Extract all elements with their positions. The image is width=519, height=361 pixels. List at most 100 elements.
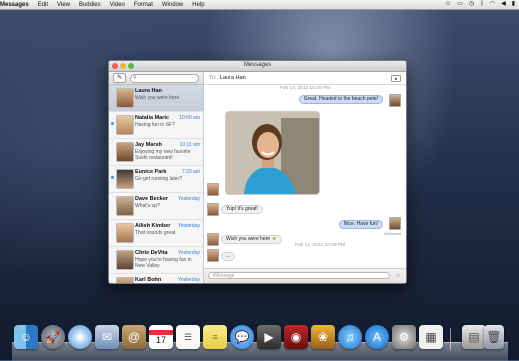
itunes-icon[interactable]: ♫ <box>338 325 362 349</box>
menu-video[interactable]: Video <box>110 2 125 8</box>
to-label: To: <box>209 75 217 81</box>
conversation-snippet: That sounds great. <box>135 230 177 236</box>
recipient-name[interactable]: Laura Han <box>220 72 246 84</box>
battery-icon[interactable]: ▮ <box>512 0 515 9</box>
conversation-name: Eunice Park <box>135 169 167 175</box>
iphoto-icon[interactable]: ❀ <box>311 325 335 349</box>
contacts-icon[interactable]: @ <box>122 325 146 349</box>
reminders-icon[interactable]: ☰ <box>176 325 200 349</box>
mail-icon[interactable]: ✉ <box>95 325 119 349</box>
message-input-bar: iMessage ☺ <box>204 268 406 283</box>
avatar <box>116 169 134 189</box>
wifi-icon[interactable]: ◠ <box>490 0 495 9</box>
unread-indicator <box>111 176 114 179</box>
avatar <box>116 142 134 162</box>
conversation-name: Natalia Maric <box>135 115 169 121</box>
app-store-icon[interactable]: A <box>365 325 389 349</box>
time-machine-icon[interactable]: ◷ <box>469 0 474 9</box>
airplay-icon[interactable]: ▭ <box>457 0 463 9</box>
recipient-bar[interactable]: To: Laura Han ■ <box>204 72 406 85</box>
message-bubble-received: Yup! It's great! <box>221 205 263 214</box>
smiley-emoji-icon: ☻ <box>271 236 277 242</box>
emoji-picker-icon[interactable]: ☺ <box>395 272 401 280</box>
timestamp: Feb 14, 2012 10:00 PM <box>279 86 331 91</box>
unread-indicator <box>111 122 114 125</box>
conversation-time: 10:11 am <box>179 142 200 148</box>
conversation-laura-han[interactable]: Laura Han Wish you were here <box>109 85 203 112</box>
avatar <box>116 223 134 243</box>
menu-help[interactable]: Help <box>192 2 204 8</box>
compose-button[interactable]: ✎ <box>113 73 126 83</box>
contact-avatar <box>207 183 219 196</box>
conversation-time: Yesterday <box>177 277 200 283</box>
facetime-button[interactable]: ■ <box>391 75 401 82</box>
video-camera-icon: ■ <box>394 76 398 81</box>
status-menus: ☺ ▭ ◷ ᛒ ◠ ◀ ▮ <box>445 0 515 9</box>
typing-indicator: ... <box>221 252 236 261</box>
conversation-time: 10:00 am <box>179 115 200 121</box>
conversation-snippet: Wish you were here <box>135 95 180 101</box>
timestamp: Feb 14, 2012 10:49 PM <box>294 243 346 248</box>
menu-window[interactable]: Window <box>162 2 183 8</box>
avatar <box>116 250 134 270</box>
menu-buddies[interactable]: Buddies <box>79 2 101 8</box>
menu-format[interactable]: Format <box>134 2 153 8</box>
dock-separator <box>450 328 451 350</box>
conversation-jay-marsh[interactable]: Jay Marsh 10:11 am Enjoying my new favor… <box>109 139 203 166</box>
avatar <box>116 277 134 283</box>
conversation-eunice-park[interactable]: Eunice Park 7:23 am Go get running later… <box>109 166 203 193</box>
search-input[interactable]: ⚲ <box>130 73 199 83</box>
conversation-name: Laura Han <box>135 88 162 94</box>
conversation-karl-bohn[interactable]: Karl Bohn Yesterday <box>109 274 203 283</box>
conversation-chris-devita[interactable]: Chris DeVita Yesterday Hope you're havin… <box>109 247 203 274</box>
menu-edit[interactable]: Edit <box>38 2 48 8</box>
menu-view[interactable]: View <box>57 2 70 8</box>
conversation-time: Yesterday <box>177 250 200 256</box>
message-text: Wish you were here <box>226 236 271 242</box>
launchpad-icon[interactable]: 🚀 <box>41 325 65 349</box>
notes-icon[interactable]: ≡ <box>203 325 227 349</box>
conversation-dave-becker[interactable]: Dave Becker Yesterday What's up? <box>109 193 203 220</box>
contact-avatar <box>207 249 219 262</box>
avatar <box>116 196 134 216</box>
calendar-day: 17 <box>155 334 166 345</box>
title-bar[interactable]: Messages <box>109 61 406 72</box>
conversation-name: Dave Becker <box>135 196 169 202</box>
conversation-natalia-maric[interactable]: Natalia Maric 10:00 am Having fun in SF? <box>109 112 203 139</box>
safari-icon[interactable]: ✦ <box>68 325 92 349</box>
conversation-name: Jay Marsh <box>135 142 162 148</box>
trash-icon[interactable]: 🗑 <box>484 325 504 349</box>
conversation-ailish-kimber[interactable]: Ailish Kimber Yesterday That sounds grea… <box>109 220 203 247</box>
conversation-snippet: Go get running later? <box>135 176 182 182</box>
messages-icon[interactable]: 💬 <box>230 325 254 349</box>
my-avatar <box>389 217 401 230</box>
finder-icon[interactable]: ☺ <box>14 325 38 349</box>
bluetooth-icon[interactable]: ᛒ <box>480 0 484 9</box>
conversation-snippet: Having fun in SF? <box>135 122 175 128</box>
messages-status-icon[interactable]: ☺ <box>445 0 451 9</box>
documents-stack-icon[interactable]: ▤ <box>462 325 486 349</box>
conversation-snippet: What's up? <box>135 203 160 209</box>
conversation-name: Ailish Kimber <box>135 223 171 229</box>
delivered-status: Delivered <box>384 231 401 236</box>
conversation-time: 7:23 am <box>181 169 200 175</box>
system-preferences-icon[interactable]: ⚙ <box>392 325 416 349</box>
messages-window: Messages ✎ ⚲ Laura Han Wish you were her… <box>108 60 407 284</box>
photo-booth-icon[interactable]: ◉ <box>284 325 308 349</box>
conversation-time: Yesterday <box>177 223 200 229</box>
chat-transcript: To: Laura Han ■ Feb 14, 2012 10:00 PM Gr… <box>204 72 406 283</box>
menu-app-name[interactable]: Messages <box>0 2 29 8</box>
photo-attachment[interactable] <box>225 111 320 195</box>
compose-icon: ✎ <box>116 75 123 81</box>
facetime-icon[interactable]: ▶ <box>257 325 281 349</box>
window-title: Messages <box>243 62 272 68</box>
calendar-icon[interactable]: 17 <box>149 325 173 349</box>
message-input[interactable]: iMessage <box>208 272 390 279</box>
dock: ☺ 🚀 ✦ ✉ @ 17 ☰ ≡ 💬 ▶ ◉ ❀ ♫ A ⚙ ▦ ▤ 🗑 <box>14 325 506 355</box>
conversation-snippet: Hope you're having fun in New Valley <box>135 257 192 269</box>
avatar <box>116 88 134 108</box>
conversation-name: Karl Bohn <box>135 277 162 283</box>
message-bubble-sent: Great. Headed to the beach pete! <box>298 95 383 104</box>
preview-icon[interactable]: ▦ <box>419 325 443 349</box>
volume-icon[interactable]: ◀ <box>501 0 506 9</box>
